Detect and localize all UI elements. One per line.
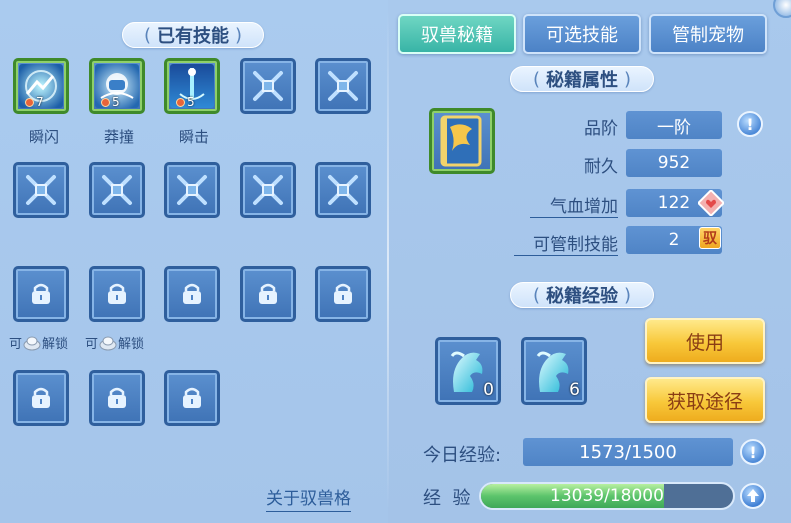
level-up-arrow-icon[interactable] xyxy=(740,483,766,509)
lock-icon xyxy=(259,283,277,304)
book-attributes-title: ( 秘籍属性 ) xyxy=(510,66,654,92)
exp-progress-text: 13039/18000 xyxy=(550,486,664,506)
silver-ingot-icon xyxy=(23,336,41,350)
panel-divider xyxy=(387,10,389,510)
daily-exp-info-icon[interactable]: ! xyxy=(740,439,766,465)
book-experience-title: ( 秘籍经验 ) xyxy=(510,282,654,308)
skill-slot-7[interactable] xyxy=(89,162,145,218)
tab-beast-book[interactable]: 驭兽秘籍 xyxy=(398,14,516,54)
skill-name-1: 瞬闪 xyxy=(28,128,59,146)
skill-slot-2[interactable]: 5 xyxy=(89,58,145,114)
lock-icon xyxy=(183,283,201,304)
unlock-hint-2: 可 解锁 xyxy=(85,333,144,352)
locked-slot-5[interactable] xyxy=(315,266,371,322)
heart-icon xyxy=(698,190,724,216)
unlock-hint-1: 可 解锁 xyxy=(9,333,68,352)
skill-name-2: 莽撞 xyxy=(103,128,134,146)
chain-icon xyxy=(253,71,283,101)
locked-slot-1[interactable] xyxy=(13,266,69,322)
beast-book-icon[interactable] xyxy=(429,108,495,174)
paw-icon xyxy=(176,97,185,107)
paw-icon xyxy=(101,97,110,107)
lock-icon xyxy=(108,387,126,408)
exp-progress-bar: 13039/18000 xyxy=(479,482,735,510)
skill-slot-10[interactable] xyxy=(315,162,371,218)
skill-slot-5[interactable] xyxy=(315,58,371,114)
chain-icon xyxy=(328,71,358,101)
chain-icon xyxy=(177,175,207,205)
lock-icon xyxy=(32,283,50,304)
use-button[interactable]: 使用 xyxy=(645,318,765,364)
owned-skills-title: ( 已有技能 ) xyxy=(122,22,264,48)
lock-icon xyxy=(108,283,126,304)
exp-item-small[interactable]: 0 xyxy=(435,337,501,405)
skill-name-3: 瞬击 xyxy=(178,128,209,146)
yu-badge-icon: 驭 xyxy=(699,227,721,249)
attr-label-hp-bonus[interactable]: 气血增加 xyxy=(530,192,618,218)
attr-label-controllable-skills[interactable]: 可管制技能 xyxy=(514,230,618,256)
skill-slot-3[interactable]: 5 xyxy=(164,58,220,114)
locked-slot-7[interactable] xyxy=(89,370,145,426)
paw-icon xyxy=(25,97,34,107)
obtain-route-button[interactable]: 获取途径 xyxy=(645,377,765,423)
daily-exp-value: 1573/1500 xyxy=(523,438,733,466)
tab-controlled-pets[interactable]: 管制宠物 xyxy=(649,14,767,54)
skill-slot-1[interactable]: 7 xyxy=(13,58,69,114)
locked-slot-2[interactable] xyxy=(89,266,145,322)
attr-label-durability: 耐久 xyxy=(584,157,618,177)
locked-slot-6[interactable] xyxy=(13,370,69,426)
exp-label: 经 验 xyxy=(423,488,471,509)
locked-slot-8[interactable] xyxy=(164,370,220,426)
lock-icon xyxy=(183,387,201,408)
grade-info-icon[interactable]: ! xyxy=(737,111,763,137)
lock-icon xyxy=(334,283,352,304)
exp-item-large[interactable]: 6 xyxy=(521,337,587,405)
tab-optional-skills[interactable]: 可选技能 xyxy=(523,14,641,54)
about-beast-slot-link[interactable]: 关于驭兽格 xyxy=(266,484,351,512)
locked-slot-3[interactable] xyxy=(164,266,220,322)
daily-exp-label: 今日经验: xyxy=(423,445,502,466)
chain-icon xyxy=(102,175,132,205)
attr-value-durability: 952 xyxy=(626,149,722,177)
lock-icon xyxy=(32,387,50,408)
attr-value-grade: 一阶 xyxy=(626,111,722,139)
skill-slot-8[interactable] xyxy=(164,162,220,218)
locked-slot-4[interactable] xyxy=(240,266,296,322)
chain-icon xyxy=(328,175,358,205)
skill-slot-6[interactable] xyxy=(13,162,69,218)
skill-slot-9[interactable] xyxy=(240,162,296,218)
chain-icon xyxy=(26,175,56,205)
skill-slot-4[interactable] xyxy=(240,58,296,114)
attr-label-grade: 品阶 xyxy=(584,119,618,139)
silver-ingot-icon xyxy=(99,336,117,350)
chain-icon xyxy=(253,175,283,205)
